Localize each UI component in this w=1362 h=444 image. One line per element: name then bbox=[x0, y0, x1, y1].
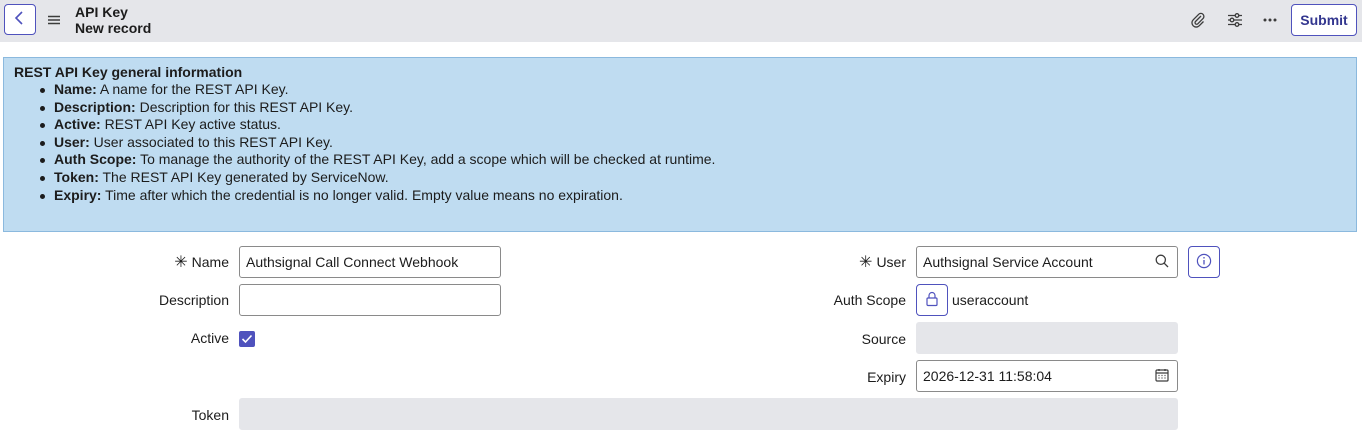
expiry-label: Expiry bbox=[867, 369, 906, 385]
user-lookup-button[interactable] bbox=[1146, 246, 1178, 278]
search-icon bbox=[1155, 254, 1169, 271]
auth-scope-value: useraccount bbox=[952, 292, 1029, 308]
list-item: Name: A name for the REST API Key. bbox=[40, 81, 1346, 99]
source-label: Source bbox=[861, 331, 906, 347]
paperclip-icon[interactable] bbox=[1188, 10, 1208, 30]
top-bar: API Key New record Submit bbox=[0, 0, 1362, 42]
list-item: Description: Description for this REST A… bbox=[40, 99, 1346, 117]
expiry-field[interactable]: 2026-12-31 11:58:04 bbox=[916, 360, 1147, 392]
active-checkbox[interactable] bbox=[239, 331, 255, 347]
token-field bbox=[239, 398, 1178, 430]
checkmark-icon bbox=[241, 334, 253, 344]
page-title: API Key New record bbox=[75, 4, 151, 36]
hamburger-icon[interactable] bbox=[47, 13, 61, 27]
auth-scope-lock-button[interactable] bbox=[916, 284, 948, 316]
list-item: User: User associated to this REST API K… bbox=[40, 134, 1346, 152]
chevron-left-icon bbox=[14, 11, 26, 28]
required-icon: ✳ bbox=[174, 254, 188, 271]
record-subtitle: New record bbox=[75, 20, 152, 36]
name-label: ✳ Name bbox=[174, 254, 229, 271]
calendar-icon bbox=[1154, 368, 1169, 385]
token-label: Token bbox=[191, 407, 229, 423]
description-label: Description bbox=[158, 292, 229, 308]
expiry-calendar-button[interactable] bbox=[1146, 360, 1178, 392]
list-item: Active: REST API Key active status. bbox=[40, 116, 1346, 134]
active-label: Active bbox=[190, 330, 229, 346]
description-field[interactable] bbox=[239, 284, 501, 316]
info-list: Name: A name for the REST API Key. Descr… bbox=[40, 81, 1346, 204]
back-button[interactable] bbox=[4, 4, 36, 35]
more-options-icon[interactable] bbox=[1260, 10, 1280, 30]
source-field bbox=[916, 322, 1178, 354]
list-item: Token: The REST API Key generated by Ser… bbox=[40, 169, 1346, 187]
info-message-box: REST API Key general information Name: A… bbox=[3, 57, 1357, 232]
required-icon: ✳ bbox=[859, 254, 873, 271]
sliders-icon[interactable] bbox=[1225, 10, 1245, 30]
name-field[interactable]: Authsignal Call Connect Webhook bbox=[239, 246, 501, 278]
list-item: Auth Scope: To manage the authority of t… bbox=[40, 151, 1346, 169]
record-type-title: API Key bbox=[75, 4, 128, 20]
info-icon bbox=[1196, 253, 1212, 272]
submit-button[interactable]: Submit bbox=[1291, 4, 1357, 36]
info-title: REST API Key general information bbox=[14, 64, 243, 80]
user-field[interactable]: Authsignal Service Account bbox=[916, 246, 1147, 278]
list-item: Expiry: Time after which the credential … bbox=[40, 187, 1346, 205]
user-label: ✳ User bbox=[859, 254, 906, 271]
user-info-button[interactable] bbox=[1188, 246, 1220, 278]
auth-scope-label: Auth Scope bbox=[833, 292, 906, 308]
lock-icon bbox=[925, 291, 939, 310]
